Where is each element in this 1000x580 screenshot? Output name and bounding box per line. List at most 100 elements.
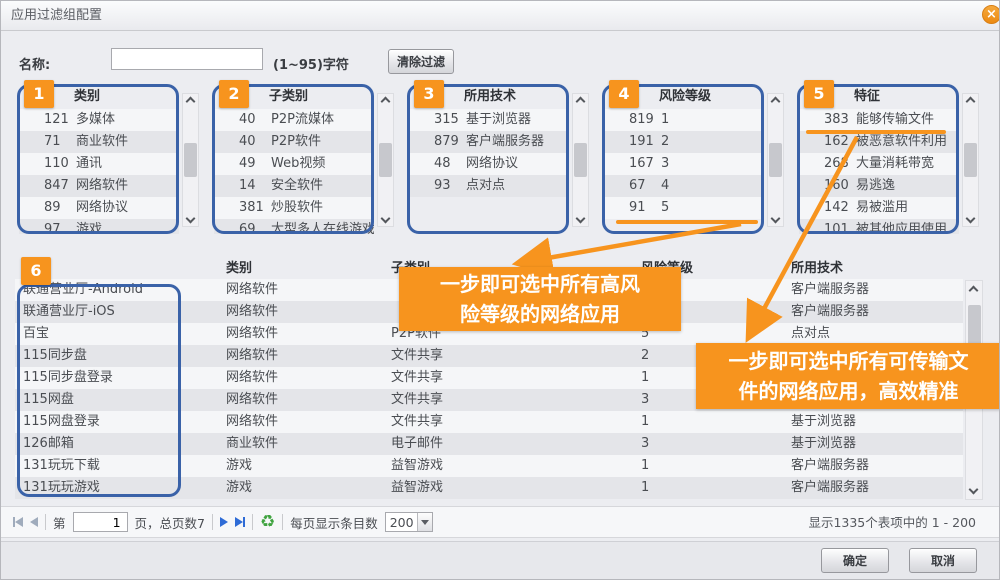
scrollbar-thumb[interactable] [379, 143, 392, 177]
cancel-button[interactable]: 取消 [909, 548, 977, 573]
table-row[interactable]: 126邮箱商业软件电子邮件3基于浏览器 [15, 433, 963, 455]
filter-option[interactable]: 1912 [604, 131, 764, 153]
scroll-up-icon[interactable] [381, 97, 391, 107]
dialog-footer: 确定 取消 [1, 541, 999, 579]
filter-option[interactable]: 381炒股软件 [214, 197, 374, 219]
filter-option[interactable]: 879客户端服务器 [409, 131, 569, 153]
name-input[interactable] [111, 48, 263, 70]
dialog-title: 应用过滤组配置 [11, 1, 102, 31]
scroll-down-icon[interactable] [186, 214, 196, 224]
filter-option[interactable]: 101被其他应用使用 [799, 219, 959, 234]
cell: 网络软件 [226, 345, 278, 367]
scroll-down-icon[interactable] [576, 214, 586, 224]
scrollbar-thumb[interactable] [184, 143, 197, 177]
filter-option[interactable]: 40P2P软件 [214, 131, 374, 153]
filter-option[interactable]: 847网络软件 [19, 175, 179, 197]
cell: 联通营业厅-iOS [23, 301, 115, 323]
scrollbar[interactable] [377, 93, 394, 227]
dialog-titlebar: 应用过滤组配置 [1, 1, 999, 31]
scroll-up-icon[interactable] [576, 97, 586, 107]
cell: 益智游戏 [391, 455, 443, 477]
cell: 1 [641, 477, 649, 499]
filter-option[interactable]: 160易逃逸 [799, 175, 959, 197]
filter-option[interactable]: 8191 [604, 109, 764, 131]
filter-option[interactable]: 674 [604, 175, 764, 197]
cell: 网络协议 [466, 153, 518, 175]
filter-option[interactable]: 383 能够传输文件 [799, 109, 959, 131]
scrollbar-thumb[interactable] [769, 143, 782, 177]
scrollbar-thumb[interactable] [964, 143, 977, 177]
filter-option[interactable]: 14安全软件 [214, 175, 374, 197]
cell: 167 [629, 153, 654, 175]
cell: 商业软件 [226, 433, 278, 455]
cell: 69 [239, 219, 256, 234]
filter-option[interactable]: 48网络协议 [409, 153, 569, 175]
prev-page-icon[interactable] [30, 517, 38, 527]
per-page-select[interactable]: 200 [385, 512, 433, 532]
filter-option[interactable]: 162被恶意软件利用 [799, 131, 959, 153]
table-row[interactable]: 131玩玩下载游戏益智游戏1客户端服务器 [15, 455, 963, 477]
divider [212, 514, 213, 530]
cell: 4 [661, 175, 669, 197]
filter-option[interactable]: 40P2P流媒体 [214, 109, 374, 131]
clear-filter-button[interactable]: 清除过滤 [388, 49, 454, 74]
page-input[interactable] [73, 512, 128, 532]
cell: 安全软件 [271, 175, 323, 197]
scrollbar-thumb[interactable] [574, 143, 587, 177]
filter-option[interactable]: 71商业软件 [19, 131, 179, 153]
last-page-icon[interactable] [235, 517, 245, 527]
cell: 网络软件 [226, 301, 278, 323]
scrollbar[interactable] [767, 93, 784, 227]
filter-option[interactable]: 1673 [604, 153, 764, 175]
next-page-icon[interactable] [220, 517, 228, 527]
cell: P2P软件 [271, 131, 321, 153]
filter-option[interactable]: 49Web视频 [214, 153, 374, 175]
scroll-up-icon[interactable] [969, 286, 979, 296]
cell: 131玩玩下载 [23, 455, 100, 477]
per-page-value: 200 [386, 515, 417, 530]
scroll-down-icon[interactable] [771, 214, 781, 224]
page-total-label: 页，总页数7 [135, 513, 205, 532]
divider [252, 514, 253, 530]
scrollbar[interactable] [572, 93, 589, 227]
cell: 点对点 [466, 175, 505, 197]
table-row[interactable]: 131玩玩游戏游戏益智游戏1客户端服务器 [15, 477, 963, 499]
cell: 71 [44, 131, 61, 153]
table-row[interactable]: 115网盘登录网络软件文件共享1基于浏览器 [15, 411, 963, 433]
scroll-down-icon[interactable] [969, 485, 979, 495]
scrollbar[interactable] [962, 93, 979, 227]
callout-line: 险等级的网络应用 [399, 299, 681, 329]
cell: 93 [434, 175, 451, 197]
dropdown-arrow-icon[interactable] [417, 513, 432, 531]
cell: 383 [824, 109, 849, 131]
filter-option[interactable]: 93 点对点 [409, 175, 569, 197]
filter-option[interactable]: 268大量消耗带宽 [799, 153, 959, 175]
scroll-down-icon[interactable] [966, 214, 976, 224]
scroll-up-icon[interactable] [966, 97, 976, 107]
filter-option[interactable]: 69大型多人在线游戏 [214, 219, 374, 234]
cell: 162 [824, 131, 849, 153]
ok-button[interactable]: 确定 [821, 548, 889, 573]
scroll-up-icon[interactable] [771, 97, 781, 107]
scroll-up-icon[interactable] [186, 97, 196, 107]
filter-option[interactable]: 110通讯 [19, 153, 179, 175]
refresh-icon[interactable]: ♻ [260, 514, 275, 531]
filter-option[interactable]: 97游戏 [19, 219, 179, 234]
filter-option[interactable]: 915 [604, 197, 764, 219]
cell: 网络软件 [76, 175, 128, 197]
cell: 文件共享 [391, 367, 443, 389]
cell: 多媒体 [76, 109, 115, 131]
cell: 大量消耗带宽 [856, 153, 934, 175]
annotation-badge-1: 1 [24, 80, 54, 108]
cell: 客户端服务器 [791, 279, 869, 301]
first-page-icon[interactable] [13, 517, 23, 527]
filter-option[interactable]: 142易被滥用 [799, 197, 959, 219]
annotation-badge-6: 6 [21, 257, 51, 285]
scroll-down-icon[interactable] [381, 214, 391, 224]
filter-option[interactable]: 89网络协议 [19, 197, 179, 219]
filter-option[interactable]: 121多媒体 [19, 109, 179, 131]
filter-option[interactable]: 315基于浏览器 [409, 109, 569, 131]
close-icon[interactable]: × [982, 5, 1000, 24]
scrollbar[interactable] [182, 93, 199, 227]
cell: 能够传输文件 [856, 109, 934, 131]
